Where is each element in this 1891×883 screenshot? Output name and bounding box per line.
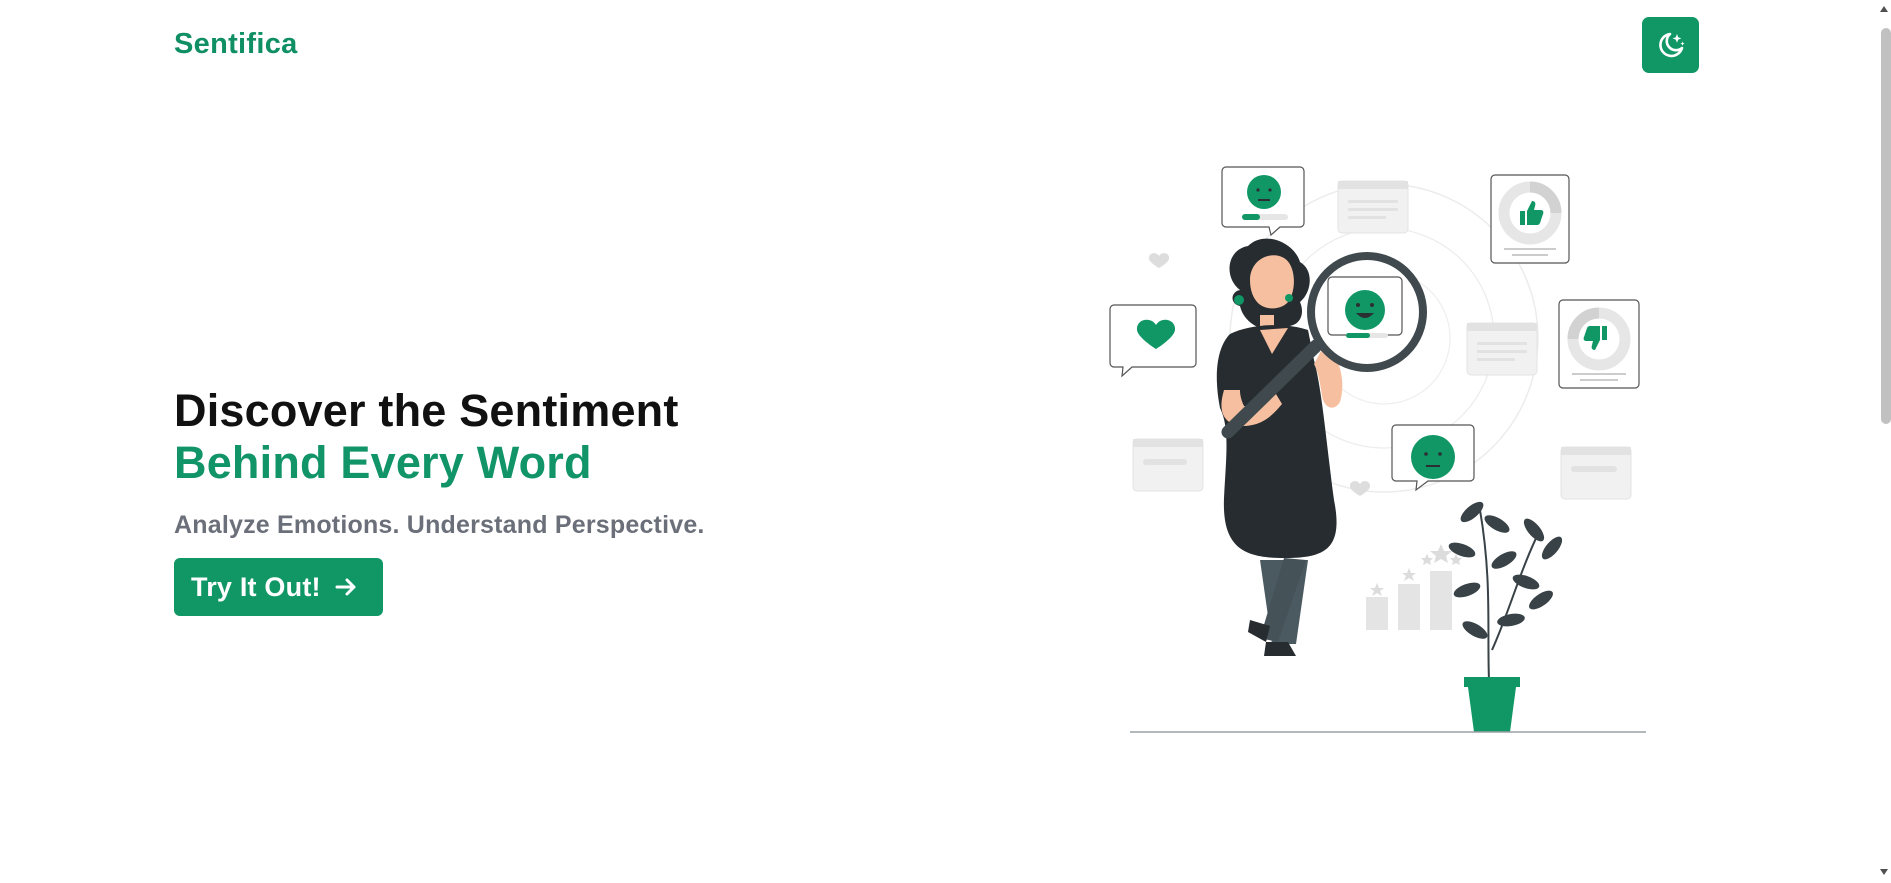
plant-decoration — [1448, 501, 1563, 732]
hero-title: Discover the Sentiment Behind Every Word — [174, 385, 874, 489]
heart-decoration-icon — [1349, 481, 1371, 496]
heart-decoration-icon — [1148, 253, 1170, 268]
brand-logo[interactable]: Sentifica — [174, 28, 298, 61]
scroll-up-arrow-icon[interactable] — [1879, 4, 1889, 14]
scroll-down-arrow-icon[interactable] — [1879, 867, 1889, 877]
try-it-out-label: Try It Out! — [191, 571, 321, 602]
page-scrollbar[interactable] — [1872, 0, 1891, 883]
scrollbar-thumb[interactable] — [1881, 28, 1891, 424]
theme-toggle-button[interactable] — [1642, 17, 1699, 73]
hero-title-line1: Discover the Sentiment — [174, 385, 679, 436]
happy-face-icon — [1345, 290, 1385, 330]
hero-subtitle: Analyze Emotions. Understand Perspective… — [174, 511, 705, 539]
neutral-face-icon — [1411, 435, 1455, 479]
hero-section: Discover the Sentiment Behind Every Word… — [174, 385, 874, 540]
sentiment-analysis-illustration — [1109, 166, 1646, 733]
landing-page: Sentifica Discover the Sentiment Behind … — [0, 0, 1872, 883]
try-it-out-button[interactable]: Try It Out! — [174, 558, 383, 616]
hero-title-line2: Behind Every Word — [174, 437, 592, 488]
moon-stars-icon — [1658, 32, 1685, 58]
arrow-right-icon — [334, 575, 358, 599]
neutral-face-icon — [1247, 175, 1281, 209]
